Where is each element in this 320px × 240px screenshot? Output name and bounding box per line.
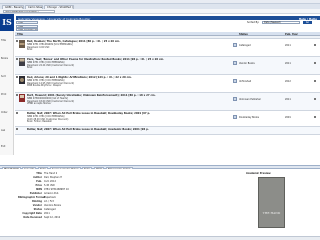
detail-label: Date Received (23, 216, 42, 219)
status-icon (233, 43, 237, 47)
book-cover-preview (258, 177, 285, 228)
detail-label: ISBN (35, 188, 42, 191)
result-status: Doubleday Books (239, 115, 260, 119)
detail-label: Copyright Date (22, 212, 42, 215)
result-year: 2001 (285, 115, 291, 119)
result-status: Vendor Books (239, 61, 255, 65)
row-select-checkbox[interactable] (314, 44, 317, 47)
detail-value: Vendors Books (44, 204, 61, 207)
result-row[interactable]: Red, Arlene; 20 and 1 Nights: Artificati… (15, 75, 320, 93)
sidebar-item-sort[interactable]: Sort (1, 75, 6, 78)
detail-value: Cult. 2012 (44, 180, 56, 183)
go-button[interactable]: Go (303, 21, 312, 25)
sort-select[interactable]: Date (Newest) (262, 21, 300, 25)
detail-value: 2011 (44, 212, 50, 215)
tool-filter-books[interactable]: Filter by Book Filters (16, 28, 38, 31)
sidebar-item-order[interactable]: Order (1, 111, 8, 114)
result-row[interactable]: Pare, Yael; 'Bones' and Other Poems for … (15, 57, 320, 75)
book-cover-thumbnail (19, 76, 25, 84)
status-icon (233, 61, 237, 65)
help-link[interactable]: Help | Hello (299, 17, 317, 21)
browser-tab-carlin[interactable]: Carlin Sites (25, 4, 43, 9)
browser-status-bar (0, 236, 320, 240)
result-title[interactable]: Butler, Nat; 2007: When All Hell Broke L… (27, 128, 227, 131)
row-checkbox[interactable] (16, 112, 18, 114)
row-select-checkbox[interactable] (314, 62, 317, 65)
sidebar-item-title[interactable]: Title (1, 39, 6, 42)
detail-value: The Hand 2 (44, 172, 58, 175)
result-year: 2011 (285, 61, 291, 65)
detail-label: Bibliographic Format (18, 196, 46, 199)
sidebar-item-ask[interactable]: Ask (1, 129, 5, 132)
detail-label: Binding (32, 200, 42, 203)
row-checkbox[interactable] (16, 58, 18, 60)
result-row[interactable]: Butler, Nat; 2007: When All Hell Broke L… (15, 127, 320, 135)
detail-label: Author (33, 176, 42, 179)
detail-value: Cataloged (44, 208, 56, 211)
result-format: Book: Fiction; Baseball (27, 120, 52, 123)
result-format: VEND accepts Stories (27, 102, 51, 105)
row-select-checkbox[interactable] (314, 116, 317, 119)
detail-value: 9781 9781468987 10 (44, 188, 69, 191)
book-cover-thumbnail (19, 58, 25, 66)
row-checkbox[interactable] (16, 128, 18, 130)
status-icon (233, 115, 237, 119)
status-icon (233, 97, 237, 101)
row-checkbox[interactable] (16, 94, 18, 96)
result-status: Unfinished (239, 79, 252, 83)
page-title: Gabrielle Vanerena - University of Color… (18, 16, 91, 21)
row-checkbox[interactable] (16, 40, 18, 42)
detail-label: Pub. (36, 180, 42, 183)
status-icon (233, 79, 237, 83)
row-select-checkbox[interactable] (314, 80, 317, 83)
book-cover-thumbnail (19, 94, 25, 102)
result-row[interactable]: Burt, Howard; 2001 (Surely Unreliable; U… (15, 93, 320, 111)
result-year: 2011 (285, 97, 291, 101)
detail-value: 5.45 USD (44, 184, 55, 187)
result-row[interactable]: Butler, Nat; 2007: When All Hell Broke L… (15, 111, 320, 127)
result-year: 2012 (285, 79, 291, 83)
detail-value: Dell, Stephen H (44, 176, 62, 179)
book-cover-thumbnail (19, 40, 25, 48)
detail-label: Status (33, 208, 42, 211)
result-format: MOB Rouble Rhythms - Diaspor (27, 84, 62, 87)
app-logo: IS (0, 14, 14, 31)
result-status: Unknown Publisher (239, 97, 261, 101)
browser-tab-chicago[interactable]: Chicago - Stratified (Gobi Mod...) (44, 4, 74, 9)
sidebar-item-exit[interactable]: Exit (1, 145, 5, 148)
result-format: Book (27, 48, 33, 51)
sidebar-item-books[interactable]: Books (1, 57, 8, 60)
detail-value: Lit. / Fict (44, 200, 54, 203)
detail-value: Sept 12, 2012 (44, 216, 61, 219)
result-row[interactable]: Ball, Reuben; The North, Catalogue; 2011… (15, 39, 320, 57)
address-bar[interactable]: http://www.gobi3.com/Gobi/... (3, 10, 55, 14)
detail-label: Title (36, 172, 42, 175)
preview-label: Academic Preview (246, 172, 271, 175)
detail-label: Publisher (29, 192, 42, 195)
sidebar: Title Books Sort Print Order Ask Exit (0, 31, 14, 155)
detail-value: Paperback (44, 196, 56, 199)
sidebar-item-print[interactable]: Print (1, 93, 6, 96)
sort-label: Sorted By: (247, 21, 260, 24)
result-status: Cataloged (239, 43, 251, 47)
book-cover-title: THE HAND (262, 211, 281, 215)
result-format: Book (27, 66, 33, 69)
row-select-checkbox[interactable] (314, 98, 317, 101)
row-checkbox[interactable] (16, 76, 18, 78)
result-year: 2011 (285, 43, 291, 47)
detail-label: Price (35, 184, 42, 187)
browser-tab-gobi[interactable]: GOBI - Beverly Clarke (2, 4, 24, 9)
detail-value: Amazon Pub (44, 192, 59, 195)
detail-label: Vendor (32, 204, 42, 207)
